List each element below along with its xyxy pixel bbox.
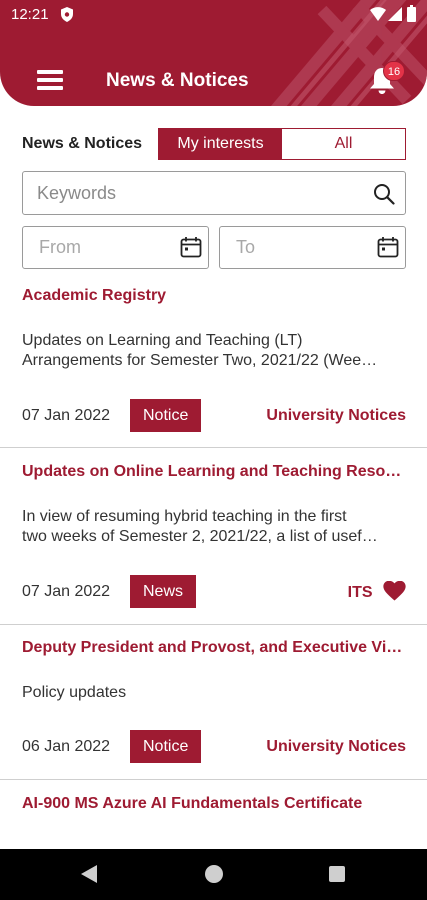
news-item[interactable]: Deputy President and Provost, and Execut…: [0, 625, 427, 780]
news-description: Updates on Learning and Teaching (LT) Ar…: [22, 331, 408, 371]
news-list: Academic Registry Updates on Learning an…: [0, 280, 427, 860]
news-title[interactable]: AI-900 MS Azure AI Fundamentals Certific…: [22, 795, 409, 813]
news-source: University Notices: [266, 407, 406, 424]
news-description-line: Updates on Learning and Teaching (LT): [22, 332, 303, 349]
filter-label: News & Notices: [22, 135, 143, 152]
home-circle-icon[interactable]: [205, 865, 223, 883]
news-source-label: ITS: [347, 584, 373, 601]
news-item[interactable]: Academic Registry Updates on Learning an…: [0, 280, 427, 448]
back-triangle-icon[interactable]: [80, 864, 98, 884]
menu-icon[interactable]: [37, 68, 65, 92]
search-box: [22, 171, 406, 215]
news-date: 06 Jan 2022: [22, 738, 111, 755]
shield-icon: [61, 7, 73, 22]
recent-square-icon[interactable]: [329, 866, 345, 882]
news-description: In view of resuming hybrid teaching in t…: [22, 507, 408, 547]
news-title[interactable]: Deputy President and Provost, and Execut…: [22, 639, 409, 657]
status-time: 12:21: [11, 6, 49, 23]
news-item[interactable]: AI-900 MS Azure AI Fundamentals Certific…: [0, 780, 427, 860]
page-title: News & Notices: [106, 70, 249, 91]
news-description-line: In view of resuming hybrid teaching in t…: [22, 508, 347, 525]
news-title[interactable]: Academic Registry: [22, 287, 409, 305]
notification-badge: 16: [383, 61, 405, 81]
from-date-field[interactable]: From: [22, 226, 209, 269]
search-icon[interactable]: [373, 183, 395, 205]
interest-toggle: My interests All: [158, 128, 406, 160]
news-description-line: Policy updates: [22, 684, 127, 701]
signal-icon: [388, 7, 402, 21]
news-date: 07 Jan 2022: [22, 407, 111, 424]
app-header: 12:21 News & Notices: [0, 0, 427, 106]
news-description: Policy updates: [22, 683, 408, 703]
news-item[interactable]: Updates on Online Learning and Teaching …: [0, 448, 427, 625]
news-tag: Notice: [130, 399, 202, 432]
calendar-icon[interactable]: [180, 236, 202, 258]
to-date-field[interactable]: To: [219, 226, 406, 269]
heart-icon[interactable]: [383, 581, 406, 601]
system-nav-bar: [0, 849, 427, 900]
news-date: 07 Jan 2022: [22, 583, 111, 600]
news-description-line: Arrangements for Semester Two, 2021/22 (…: [22, 352, 378, 369]
news-title[interactable]: Updates on Online Learning and Teaching …: [22, 463, 409, 481]
news-source: ITS: [348, 581, 406, 602]
to-date-placeholder: To: [236, 237, 256, 257]
wifi-icon: [370, 7, 386, 21]
battery-icon: [407, 5, 416, 22]
news-tag: Notice: [130, 730, 202, 763]
news-tag: News: [130, 575, 197, 608]
from-date-placeholder: From: [39, 237, 81, 257]
calendar-icon[interactable]: [377, 236, 399, 258]
segment-my-interests[interactable]: My interests: [159, 129, 282, 159]
search-input[interactable]: [37, 180, 357, 206]
segment-all[interactable]: All: [282, 129, 405, 159]
status-bar: 12:21: [0, 0, 427, 28]
news-source: University Notices: [266, 738, 406, 755]
news-description-line: two weeks of Semester 2, 2021/22, a list…: [22, 528, 378, 545]
